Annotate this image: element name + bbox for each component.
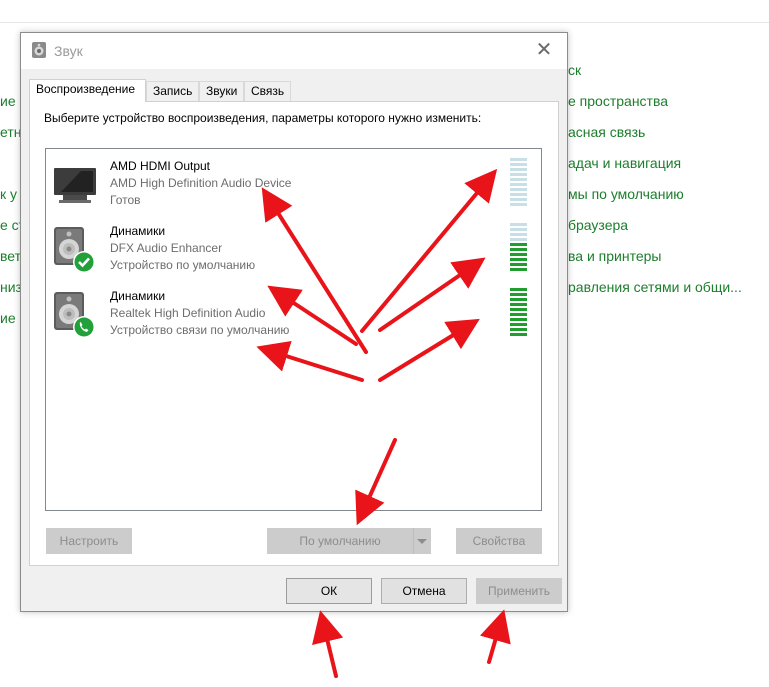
device-item-hdmi[interactable]: AMD HDMI Output AMD High Definition Audi…: [46, 157, 541, 219]
background-link[interactable]: ва и принтеры: [568, 248, 661, 264]
tab-playback[interactable]: Воспроизведение: [29, 79, 146, 102]
meter-segment: [510, 183, 527, 186]
annotation-arrow: [479, 609, 511, 664]
meter-segment: [510, 293, 527, 296]
annotation-arrow: [312, 610, 344, 678]
instruction-text: Выберите устройство воспроизведения, пар…: [44, 111, 482, 125]
speaker-phone-icon: [54, 292, 95, 338]
meter-segment: [510, 323, 527, 326]
meter-segment: [510, 318, 527, 321]
device-status: Готов: [110, 193, 141, 207]
meter-segment: [510, 263, 527, 266]
background-link[interactable]: адач и навигация: [568, 155, 681, 171]
meter-segment: [510, 173, 527, 176]
background-link[interactable]: етн: [0, 124, 21, 140]
meter-segment: [510, 178, 527, 181]
background-link[interactable]: мы по умолчанию: [568, 186, 684, 202]
dialog-title: Звук: [54, 43, 83, 59]
background-link[interactable]: браузера: [568, 217, 628, 233]
background-link[interactable]: равления сетями и общи...: [568, 279, 742, 295]
meter-segment: [510, 308, 527, 311]
device-name: AMD HDMI Output: [110, 159, 211, 173]
titlebar: Звук ✕: [21, 33, 567, 69]
meter-segment: [510, 193, 527, 196]
background-link[interactable]: низ: [0, 279, 22, 295]
background-link[interactable]: ск: [568, 62, 581, 78]
device-item-speakers-realtek[interactable]: Динамики Realtek High Definition Audio У…: [46, 287, 541, 349]
apply-button[interactable]: Применить: [476, 578, 562, 604]
chevron-down-icon: [417, 539, 427, 544]
close-button[interactable]: ✕: [521, 33, 567, 69]
meter-segment: [510, 163, 527, 166]
monitor-icon: [54, 168, 96, 203]
meter-segment: [510, 198, 527, 201]
cancel-button[interactable]: Отмена: [381, 578, 467, 604]
meter-segment: [510, 253, 527, 256]
close-icon: ✕: [535, 39, 553, 61]
meter-segment: [510, 328, 527, 331]
meter-segment: [510, 248, 527, 251]
meter-segment: [510, 223, 527, 226]
speaker-default-check-icon: [54, 227, 95, 273]
tab-sounds[interactable]: Звуки: [199, 81, 244, 101]
device-name: Динамики: [110, 289, 166, 303]
meter-segment: [510, 228, 527, 231]
background-link[interactable]: е пространства: [568, 93, 668, 109]
background-link[interactable]: к у: [0, 186, 17, 202]
playback-panel: Выберите устройство воспроизведения, пар…: [29, 101, 559, 566]
meter-segment: [510, 203, 527, 206]
meter-segment: [510, 288, 527, 291]
device-description: AMD High Definition Audio Device: [110, 176, 292, 190]
device-status: Устройство связи по умолчанию: [110, 323, 290, 337]
meter-segment: [510, 168, 527, 171]
device-description: DFX Audio Enhancer: [110, 241, 223, 255]
meter-segment: [510, 158, 527, 161]
meter-segment: [510, 303, 527, 306]
meter-segment: [510, 313, 527, 316]
meter-segment: [510, 238, 527, 241]
ok-button[interactable]: ОК: [286, 578, 372, 604]
tab-recording[interactable]: Запись: [146, 81, 199, 101]
meter-segment: [510, 243, 527, 246]
tab-communications[interactable]: Связь: [244, 81, 291, 101]
sound-dialog: Звук ✕ Воспроизведение Запись Звуки Связ…: [20, 32, 568, 612]
meter-segment: [510, 188, 527, 191]
device-description: Realtek High Definition Audio: [110, 306, 266, 320]
meter-segment: [510, 258, 527, 261]
meter-segment: [510, 233, 527, 236]
volume-meter: [510, 158, 527, 208]
background-link[interactable]: ие: [0, 310, 16, 326]
meter-segment: [510, 333, 527, 336]
set-default-dropdown[interactable]: [413, 528, 431, 554]
set-default-button[interactable]: По умолчанию: [267, 528, 413, 554]
device-name: Динамики: [110, 224, 166, 238]
device-list[interactable]: AMD HDMI Output AMD High Definition Audi…: [45, 148, 542, 511]
background-link[interactable]: асная связь: [568, 124, 645, 140]
meter-segment: [510, 298, 527, 301]
background-link[interactable]: ие: [0, 93, 16, 109]
background-top-divider: [0, 22, 769, 23]
speaker-icon: [32, 42, 46, 58]
device-item-speakers-dfx[interactable]: Динамики DFX Audio Enhancer Устройство п…: [46, 222, 541, 284]
background-link[interactable]: вет: [0, 248, 21, 264]
volume-meter: [510, 223, 527, 273]
properties-button[interactable]: Свойства: [456, 528, 542, 554]
device-status: Устройство по умолчанию: [110, 258, 256, 272]
volume-meter: [510, 288, 527, 338]
meter-segment: [510, 268, 527, 271]
configure-button[interactable]: Настроить: [46, 528, 132, 554]
